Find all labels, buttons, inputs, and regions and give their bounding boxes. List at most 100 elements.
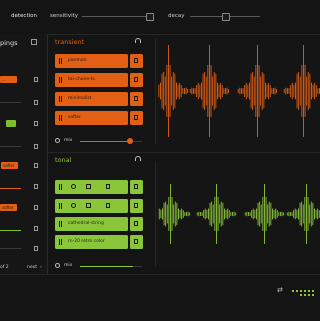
waveform-bar: [225, 88, 226, 94]
delete-button[interactable]: [130, 217, 143, 231]
drag-handle-icon[interactable]: [59, 77, 62, 83]
waveform-bar: [312, 202, 314, 226]
drag-handle-icon[interactable]: [59, 96, 62, 102]
waveform-bar: [184, 88, 185, 94]
waveform-bar: [225, 209, 227, 219]
waveform-bar: [299, 202, 301, 226]
delete-button[interactable]: [130, 92, 143, 106]
link-icon: [55, 263, 60, 268]
waveform-bar: [221, 85, 223, 97]
waveform-bar: [173, 204, 175, 224]
trash-icon: [134, 115, 138, 120]
trash-icon[interactable]: [34, 144, 38, 149]
waveform-bar: [201, 82, 202, 100]
waveform-bar: [245, 82, 247, 100]
waveform-bar: [176, 202, 178, 226]
delete-button[interactable]: [130, 199, 143, 213]
delete-button[interactable]: [130, 235, 143, 249]
delete-button[interactable]: [130, 180, 143, 194]
waveform-bar: [232, 212, 233, 216]
sidebar-item[interactable]: softer: [0, 162, 47, 172]
chevron-right-icon[interactable]: ›: [40, 265, 42, 271]
delete-button[interactable]: [130, 111, 143, 125]
trash-icon[interactable]: [34, 77, 38, 82]
transient-row-2[interactable]: tai-chone-ts: [55, 73, 128, 87]
mix-slider-fill: [80, 266, 133, 267]
sidebar-item[interactable]: [0, 188, 21, 189]
waveform-bar: [271, 88, 273, 94]
drag-handle-icon[interactable]: [59, 58, 62, 64]
waveform-bar: [267, 204, 269, 224]
headphones-icon[interactable]: [135, 156, 141, 161]
settings-icon[interactable]: [71, 184, 76, 189]
waveform-bar: [160, 209, 162, 219]
waveform-bar: [299, 76, 301, 106]
waveform-bar: [166, 204, 168, 224]
trash-icon: [134, 184, 138, 189]
trash-icon[interactable]: [34, 184, 38, 189]
trash-icon[interactable]: [34, 100, 38, 105]
waveform-bar: [249, 82, 250, 100]
sidebar-item[interactable]: [0, 248, 21, 249]
trash-icon[interactable]: [106, 203, 110, 208]
grid-icon[interactable]: [292, 284, 318, 296]
trash-icon[interactable]: [34, 226, 38, 231]
headphones-icon[interactable]: [135, 38, 141, 43]
sidebar-item[interactable]: softer: [0, 204, 47, 214]
waveform-bar: [309, 204, 311, 224]
transient-row-4[interactable]: softer: [55, 111, 128, 125]
next-button[interactable]: next: [27, 265, 37, 271]
sidebar-item[interactable]: [0, 102, 21, 103]
transient-row-3[interactable]: minimalist: [55, 92, 128, 106]
waveform-bar: [185, 87, 187, 95]
delete-button[interactable]: [130, 73, 143, 87]
settings-icon[interactable]: [71, 203, 76, 208]
trash-icon[interactable]: [34, 163, 38, 168]
drag-handle-icon[interactable]: [59, 115, 62, 121]
drag-handle-icon[interactable]: [59, 221, 62, 227]
waveform-bar: [208, 208, 209, 220]
waveform-bar: [162, 208, 163, 220]
sidebar-item[interactable]: [0, 120, 47, 130]
list-menu-icon[interactable]: [31, 39, 37, 45]
drag-handle-icon[interactable]: [59, 203, 62, 209]
sidebar-item[interactable]: [0, 146, 21, 147]
close-icon[interactable]: [86, 184, 91, 189]
transient-waveform-svg: [158, 45, 320, 137]
drag-handle-icon[interactable]: [59, 239, 62, 245]
trash-icon[interactable]: [34, 205, 38, 210]
mix-slider-knob[interactable]: [126, 138, 133, 144]
waveform-bar: [172, 72, 174, 110]
delete-button[interactable]: [130, 54, 143, 68]
waveform-bar: [291, 212, 293, 216]
trash-icon: [134, 221, 138, 226]
trash-icon[interactable]: [34, 121, 38, 126]
trash-icon[interactable]: [106, 184, 110, 189]
bottom-bar: ⇄: [0, 274, 320, 321]
transient-waveform: [155, 38, 320, 144]
waveform-bar: [301, 65, 303, 117]
trash-icon[interactable]: [34, 246, 38, 251]
waveform-bar: [213, 72, 215, 110]
close-icon[interactable]: [86, 203, 91, 208]
shuffle-icon[interactable]: ⇄: [277, 286, 283, 294]
tonal-row-1[interactable]: [55, 180, 128, 194]
sidebar-item[interactable]: ...: [0, 76, 47, 86]
sidebar-item[interactable]: [0, 230, 21, 231]
transient-row-1[interactable]: panman: [55, 54, 128, 68]
sensitivity-slider-knob[interactable]: [146, 13, 154, 21]
waveform-bar: [180, 85, 182, 97]
tonal-row-3[interactable]: cathedral-string: [55, 217, 128, 231]
waveform-bar: [265, 197, 267, 231]
drag-handle-icon[interactable]: [59, 184, 62, 190]
decay-slider-knob[interactable]: [222, 13, 230, 21]
waveform-bar: [259, 201, 261, 227]
waveform-bar: [262, 197, 264, 231]
tonal-row-2[interactable]: [55, 199, 128, 213]
waveform-bar: [168, 197, 170, 231]
waveform-bar: [249, 212, 251, 216]
sensitivity-label: sensitivity: [50, 13, 79, 19]
tonal-row-4[interactable]: rn-20 retro color: [55, 235, 128, 249]
sensitivity-slider[interactable]: [82, 16, 152, 17]
waveform-bar: [179, 82, 181, 100]
